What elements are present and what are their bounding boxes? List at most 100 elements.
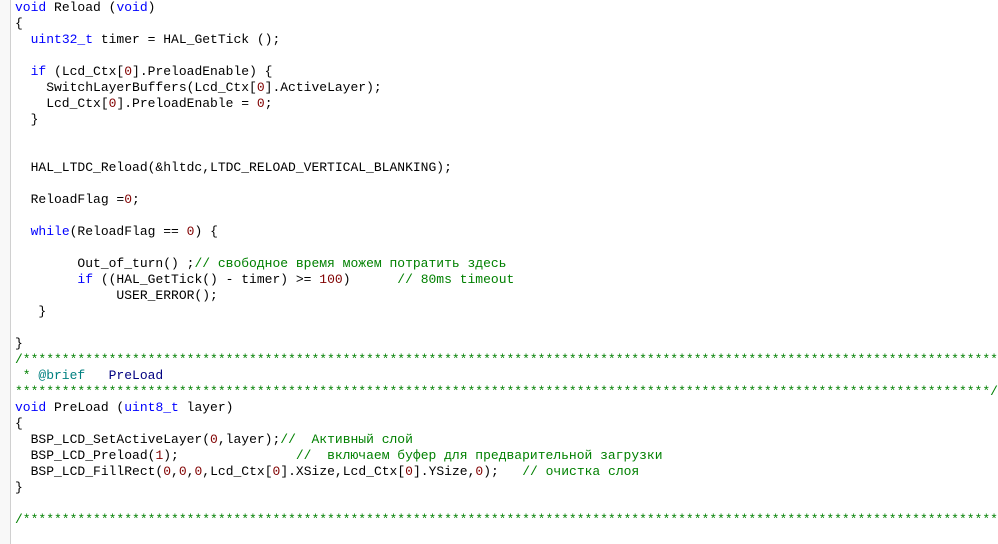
token-plain: ,layer); — [218, 432, 280, 447]
code-line[interactable]: /***************************************… — [15, 512, 998, 528]
token-plain — [85, 368, 108, 383]
token-brief-word: PreLoad — [109, 368, 164, 383]
code-line[interactable] — [15, 144, 998, 160]
token-plain: ,Lcd_Ctx[ — [202, 464, 272, 479]
token-plain — [15, 272, 77, 287]
token-kw: void — [15, 0, 46, 15]
token-plain: PreLoad ( — [46, 400, 124, 415]
token-plain: } — [15, 112, 38, 127]
token-num: 0 — [179, 464, 187, 479]
code-line[interactable]: BSP_LCD_SetActiveLayer(0,layer);// Актив… — [15, 432, 998, 448]
token-plain: ReloadFlag = — [15, 192, 124, 207]
code-editor[interactable]: void Reload (void){ uint32_t timer = HAL… — [0, 0, 998, 544]
code-line[interactable]: } — [15, 304, 998, 320]
token-comment: // очистка слоя — [522, 464, 639, 479]
code-line[interactable]: { — [15, 16, 998, 32]
code-line[interactable] — [15, 48, 998, 64]
token-plain: Reload ( — [46, 0, 116, 15]
token-plain: ); — [163, 448, 296, 463]
token-plain: BSP_LCD_Preload( — [15, 448, 155, 463]
code-line[interactable] — [15, 128, 998, 144]
token-plain — [15, 64, 31, 79]
token-num: 0 — [405, 464, 413, 479]
token-comment: // 80ms timeout — [397, 272, 514, 287]
token-plain: Lcd_Ctx[ — [15, 96, 109, 111]
token-plain — [15, 32, 31, 47]
code-line[interactable]: HAL_LTDC_Reload(&hltdc,LTDC_RELOAD_VERTI… — [15, 160, 998, 176]
code-line[interactable]: Out_of_turn() ;// свободное время можем … — [15, 256, 998, 272]
token-comment: // Активный слой — [280, 432, 413, 447]
token-num: 100 — [319, 272, 342, 287]
token-plain: SwitchLayerBuffers(Lcd_Ctx[ — [15, 80, 257, 95]
token-plain: , — [171, 464, 179, 479]
token-plain: ].PreloadEnable) { — [132, 64, 272, 79]
code-line[interactable]: * @brief PreLoad — [15, 368, 998, 384]
code-line[interactable]: } — [15, 112, 998, 128]
token-plain: ) — [343, 272, 398, 287]
token-doccomment: /***************************************… — [15, 352, 998, 367]
code-line[interactable]: Lcd_Ctx[0].PreloadEnable = 0; — [15, 96, 998, 112]
code-line[interactable] — [15, 496, 998, 512]
token-num: 0 — [210, 432, 218, 447]
token-plain: { — [15, 416, 23, 431]
code-line[interactable]: USER_ERROR(); — [15, 288, 998, 304]
token-kw: void — [116, 0, 147, 15]
token-plain: ; — [132, 192, 140, 207]
token-num: 0 — [163, 464, 171, 479]
code-line[interactable]: BSP_LCD_Preload(1); // включаем буфер дл… — [15, 448, 998, 464]
token-comment: // включаем буфер для предварительной за… — [296, 448, 663, 463]
token-doccomment: /***************************************… — [15, 512, 998, 527]
token-plain: timer = HAL_GetTick (); — [93, 32, 280, 47]
code-line[interactable]: if (Lcd_Ctx[0].PreloadEnable) { — [15, 64, 998, 80]
fold-gutter[interactable] — [0, 0, 11, 544]
code-line[interactable]: void PreLoad (uint8_t layer) — [15, 400, 998, 416]
token-plain: } — [15, 480, 23, 495]
token-doc-star: * — [15, 368, 38, 383]
code-line[interactable]: void Reload (void) — [15, 0, 998, 16]
code-line[interactable]: ****************************************… — [15, 384, 998, 400]
code-line[interactable]: ReloadFlag =0; — [15, 192, 998, 208]
code-line[interactable]: while(ReloadFlag == 0) { — [15, 224, 998, 240]
code-line[interactable]: } — [15, 336, 998, 352]
token-plain: ) — [148, 0, 156, 15]
token-plain: BSP_LCD_SetActiveLayer( — [15, 432, 210, 447]
code-line[interactable]: if ((HAL_GetTick() - timer) >= 100) // 8… — [15, 272, 998, 288]
token-plain: BSP_LCD_FillRect( — [15, 464, 163, 479]
token-kw: if — [31, 64, 47, 79]
code-line[interactable]: SwitchLayerBuffers(Lcd_Ctx[0].ActiveLaye… — [15, 80, 998, 96]
token-plain: ((HAL_GetTick() - timer) >= — [93, 272, 319, 287]
token-plain: } — [15, 304, 46, 319]
token-kw: if — [77, 272, 93, 287]
code-line[interactable] — [15, 176, 998, 192]
token-plain: ; — [265, 96, 273, 111]
token-num: 0 — [257, 80, 265, 95]
code-line[interactable] — [15, 208, 998, 224]
code-line[interactable]: } — [15, 480, 998, 496]
code-area[interactable]: void Reload (void){ uint32_t timer = HAL… — [11, 0, 998, 544]
code-line[interactable]: { — [15, 416, 998, 432]
token-plain: layer) — [179, 400, 234, 415]
code-line[interactable] — [15, 320, 998, 336]
token-plain: (ReloadFlag == — [70, 224, 187, 239]
token-plain — [15, 224, 31, 239]
code-line[interactable]: /***************************************… — [15, 352, 998, 368]
token-plain: ].XSize,Lcd_Ctx[ — [280, 464, 405, 479]
token-type: uint32_t — [31, 32, 93, 47]
code-line[interactable] — [15, 240, 998, 256]
token-plain: ].YSize, — [413, 464, 475, 479]
token-kw: while — [31, 224, 70, 239]
token-plain: (Lcd_Ctx[ — [46, 64, 124, 79]
token-plain: ) { — [194, 224, 217, 239]
token-brief-tag: @brief — [38, 368, 85, 383]
token-doccomment: ****************************************… — [15, 384, 998, 399]
code-line[interactable]: BSP_LCD_FillRect(0,0,0,Lcd_Ctx[0].XSize,… — [15, 464, 998, 480]
token-num: 0 — [257, 96, 265, 111]
code-line[interactable]: uint32_t timer = HAL_GetTick (); — [15, 32, 998, 48]
token-plain: } — [15, 336, 23, 351]
token-type: uint8_t — [124, 400, 179, 415]
token-plain: { — [15, 16, 23, 31]
token-plain: ].PreloadEnable = — [116, 96, 256, 111]
token-num: 0 — [124, 64, 132, 79]
token-kw: void — [15, 400, 46, 415]
token-num: 0 — [124, 192, 132, 207]
